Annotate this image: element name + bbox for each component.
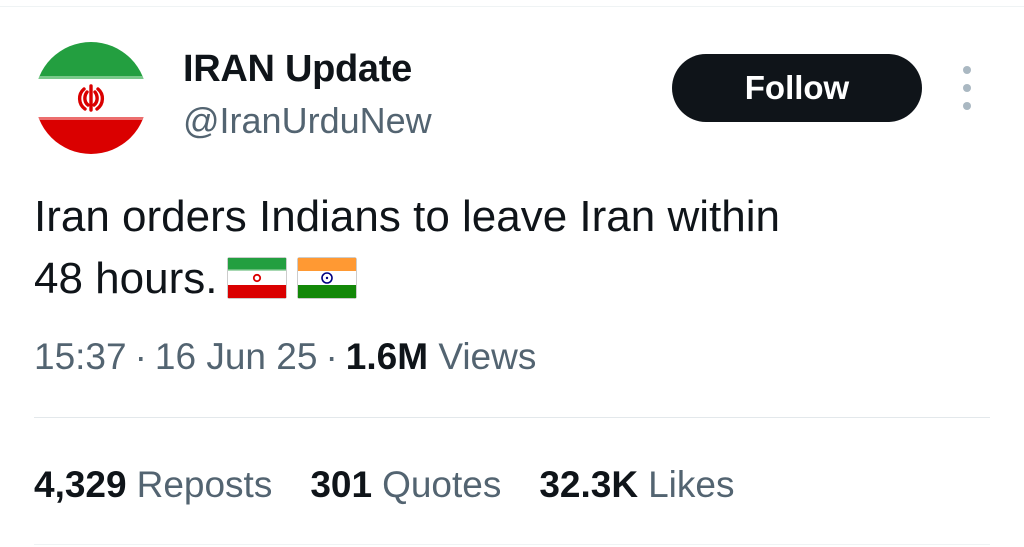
more-dot: [963, 66, 971, 74]
meta-separator: ·: [134, 336, 147, 377]
tweet-time[interactable]: 15:37: [34, 336, 127, 377]
iran-flag-avatar-icon: [35, 42, 147, 154]
avatar[interactable]: [35, 42, 147, 154]
quotes-stat[interactable]: 301 Quotes: [310, 464, 501, 506]
more-dot: [963, 84, 971, 92]
tweet-meta: 15:37 · 16 Jun 25 · 1.6M Views: [34, 336, 536, 378]
engagement-stats: 4,329 Reposts 301 Quotes 32.3K Likes: [34, 464, 734, 506]
likes-label: Likes: [648, 464, 735, 505]
india-flag-icon: [297, 257, 358, 299]
tweet-text: Iran orders Indians to leave Iran within…: [34, 186, 994, 310]
iran-flag-icon: [227, 257, 288, 299]
views-label: Views: [438, 336, 537, 377]
more-dot: [963, 102, 971, 110]
tweet-text-line-2-text: 48 hours.: [34, 254, 218, 303]
views-count: 1.6M: [345, 336, 429, 377]
likes-count: 32.3K: [539, 464, 639, 505]
likes-stat[interactable]: 32.3K Likes: [539, 464, 734, 506]
follow-button[interactable]: Follow: [672, 54, 922, 122]
tweet-date[interactable]: 16 Jun 25: [155, 336, 318, 377]
user-handle[interactable]: @IranUrduNew: [183, 100, 432, 142]
reposts-label: Reposts: [136, 464, 273, 505]
reposts-count: 4,329: [34, 464, 127, 505]
quotes-label: Quotes: [382, 464, 502, 505]
tweet-text-line-1: Iran orders Indians to leave Iran within: [34, 192, 780, 241]
quotes-count: 301: [310, 464, 373, 505]
more-options-icon[interactable]: [952, 66, 982, 110]
reposts-stat[interactable]: 4,329 Reposts: [34, 464, 272, 506]
bottom-divider: [34, 544, 990, 545]
display-name[interactable]: IRAN Update: [183, 48, 412, 91]
stats-divider: [34, 417, 990, 418]
top-divider: [0, 6, 1024, 7]
meta-separator: ·: [325, 336, 338, 377]
tweet-text-line-2: 48 hours.: [34, 248, 994, 310]
